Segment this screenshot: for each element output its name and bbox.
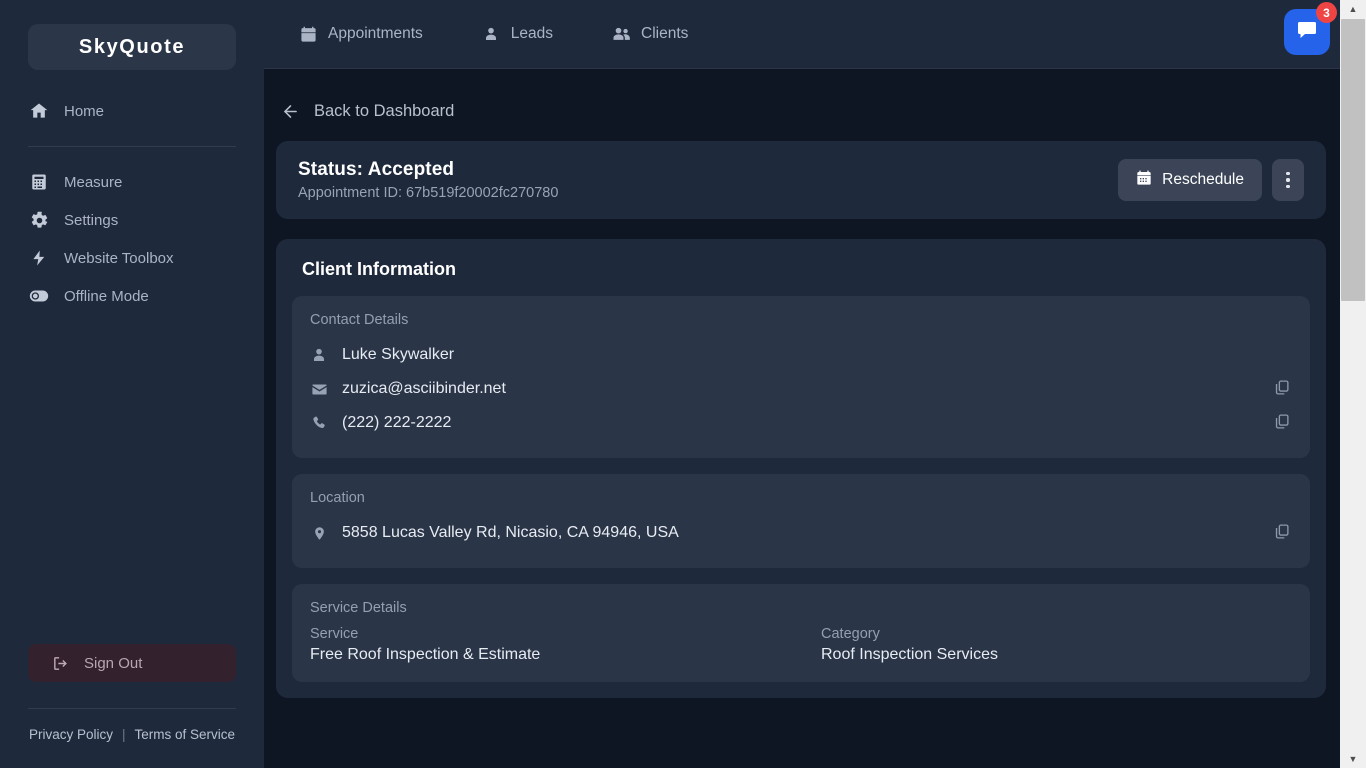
app-logo[interactable]: SkyQuote (28, 24, 236, 70)
sidebar-item-settings[interactable]: Settings (0, 201, 264, 239)
sign-out-label: Sign Out (84, 654, 143, 672)
privacy-policy-link[interactable]: Privacy Policy (29, 727, 113, 742)
copy-address-button[interactable] (1270, 522, 1292, 544)
service-key: Service (310, 626, 359, 642)
location-label: Location (310, 490, 365, 506)
logout-icon (50, 653, 70, 673)
client-information-card: Client Information Contact Details Luke … (276, 239, 1326, 698)
tab-label: Leads (510, 25, 554, 42)
contact-name-row: Luke Skywalker (310, 338, 1292, 372)
sidebar-item-label: Home (64, 102, 105, 120)
reschedule-label: Reschedule (1162, 171, 1244, 188)
contact-details-label: Contact Details (310, 312, 409, 328)
tab-label: Clients (641, 25, 689, 42)
arrow-left-icon (280, 101, 300, 121)
sidebar-item-label: Website Toolbox (64, 249, 174, 267)
reschedule-button[interactable]: Reschedule (1118, 159, 1262, 201)
service-details-label: Service Details (310, 600, 407, 616)
sign-out-button[interactable]: Sign Out (28, 644, 236, 682)
logo-container: SkyQuote (0, 0, 264, 70)
tab-label: Appointments (328, 25, 423, 42)
sidebar-item-home[interactable]: Home (0, 92, 264, 130)
sidebar-footer-links: Privacy Policy | Terms of Service (0, 709, 264, 768)
copy-email-button[interactable] (1270, 378, 1292, 400)
category-field: Category Roof Inspection Services (821, 626, 1292, 664)
calendar-icon (1136, 170, 1152, 191)
category-value: Roof Inspection Services (821, 646, 998, 663)
sidebar-item-measure[interactable]: Measure (0, 163, 264, 201)
client-address: 5858 Lucas Valley Rd, Nicasio, CA 94946,… (342, 524, 679, 541)
scroll-down-arrow-icon[interactable]: ▼ (1340, 750, 1366, 768)
status-title: Status: Accepted (298, 159, 455, 180)
contact-email-row: zuzica@asciibinder.net (310, 372, 1292, 406)
tab-appointments[interactable]: Appointments (298, 24, 423, 44)
status-text-block: Status: Accepted Appointment ID: 67b519f… (298, 159, 558, 201)
service-field: Service Free Roof Inspection & Estimate (310, 626, 781, 664)
client-phone: (222) 222-2222 (342, 414, 452, 431)
terms-of-service-link[interactable]: Terms of Service (135, 727, 236, 742)
more-options-button[interactable] (1272, 159, 1304, 201)
home-icon (28, 100, 50, 122)
kebab-menu-icon (1286, 171, 1290, 189)
client-email: zuzica@asciibinder.net (342, 380, 506, 397)
service-details-grid: Service Free Roof Inspection & Estimate … (310, 626, 1292, 664)
map-pin-icon (310, 524, 328, 542)
page-content: Back to Dashboard Status: Accepted Appoi… (264, 69, 1366, 698)
copy-icon (1273, 379, 1290, 399)
sidebar-item-label: Settings (64, 211, 119, 229)
scrollbar-thumb[interactable] (1341, 19, 1365, 301)
contact-phone-row: (222) 222-2222 (310, 406, 1292, 440)
sidebar-item-label: Measure (64, 173, 123, 191)
sign-out-container: Sign Out (0, 644, 264, 682)
sidebar-primary-nav: Home (0, 70, 264, 130)
sidebar-item-offline-mode[interactable]: Offline Mode (0, 277, 264, 315)
contact-details-panel: Contact Details Luke Skywalker zuzica@as… (292, 296, 1310, 458)
back-label: Back to Dashboard (314, 101, 455, 120)
sidebar-secondary-nav: Measure Settings Website Toolbox Offline… (0, 163, 264, 315)
scroll-up-arrow-icon[interactable]: ▲ (1340, 0, 1366, 18)
page-scrollbar[interactable]: ▲ ▼ (1340, 0, 1366, 768)
copy-icon (1273, 523, 1290, 543)
tab-leads[interactable]: Leads (481, 24, 553, 44)
status-actions: Reschedule (1118, 159, 1304, 201)
copy-phone-button[interactable] (1270, 412, 1292, 434)
chat-button[interactable]: 3 (1284, 2, 1337, 55)
chat-unread-badge: 3 (1316, 2, 1337, 23)
phone-icon (310, 414, 328, 432)
copy-icon (1273, 413, 1290, 433)
user-icon (481, 24, 501, 44)
users-icon (611, 24, 631, 44)
gear-icon (28, 209, 50, 231)
location-address-row: 5858 Lucas Valley Rd, Nicasio, CA 94946,… (310, 516, 1292, 550)
client-name: Luke Skywalker (342, 346, 455, 363)
back-to-dashboard-link[interactable]: Back to Dashboard (276, 91, 1326, 121)
appointment-id: Appointment ID: 67b519f20002fc270780 (298, 185, 559, 201)
top-navigation-bar: Appointments Leads Clients 3 (264, 0, 1366, 69)
sidebar: SkyQuote Home Measure Settings Website T… (0, 0, 264, 768)
calendar-icon (298, 24, 318, 44)
envelope-icon (310, 380, 328, 398)
user-icon (310, 346, 328, 364)
location-panel: Location 5858 Lucas Valley Rd, Nicasio, … (292, 474, 1310, 568)
toggle-off-icon (28, 285, 50, 307)
sidebar-item-website-toolbox[interactable]: Website Toolbox (0, 239, 264, 277)
footer-separator: | (121, 727, 126, 742)
service-value: Free Roof Inspection & Estimate (310, 646, 541, 663)
category-key: Category (821, 626, 880, 642)
chat-bubble-icon (1295, 18, 1319, 47)
sidebar-item-label: Offline Mode (64, 287, 149, 305)
calculator-icon (28, 171, 50, 193)
sidebar-divider (28, 146, 236, 147)
status-card: Status: Accepted Appointment ID: 67b519f… (276, 141, 1326, 219)
main-content: Appointments Leads Clients 3 Back to Das… (264, 0, 1366, 768)
app-root: SkyQuote Home Measure Settings Website T… (0, 0, 1366, 768)
tab-clients[interactable]: Clients (611, 24, 688, 44)
client-information-heading: Client Information (302, 259, 456, 279)
bolt-icon (28, 247, 50, 269)
service-details-panel: Service Details Service Free Roof Inspec… (292, 584, 1310, 682)
